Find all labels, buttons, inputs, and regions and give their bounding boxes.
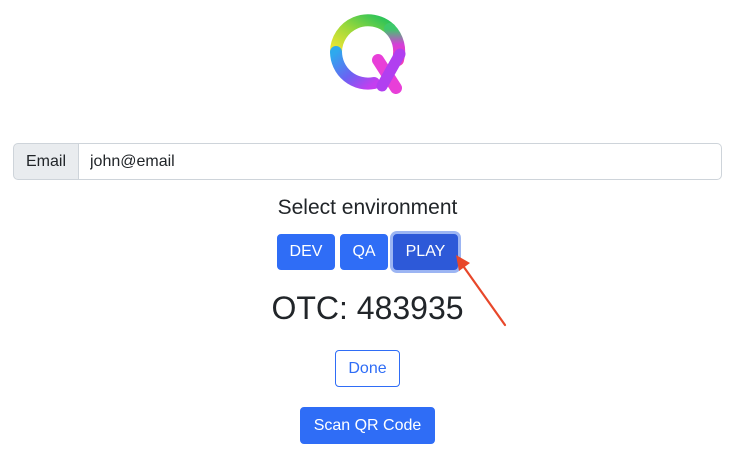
done-button[interactable]: Done — [335, 350, 400, 387]
env-dev-button[interactable]: DEV — [277, 234, 335, 270]
env-play-button[interactable]: PLAY — [393, 234, 458, 270]
email-input-group: Email — [13, 143, 722, 180]
environment-heading: Select environment — [277, 196, 458, 219]
q-logo-icon — [330, 14, 406, 94]
otc-code: OTC: 483935 — [271, 290, 464, 326]
page: Email Select environment DEV QA PLAY OTC… — [0, 0, 735, 461]
email-input[interactable] — [79, 143, 722, 180]
scan-qr-code-button[interactable]: Scan QR Code — [300, 407, 435, 444]
email-label: Email — [13, 143, 79, 180]
env-qa-button[interactable]: QA — [340, 234, 388, 270]
